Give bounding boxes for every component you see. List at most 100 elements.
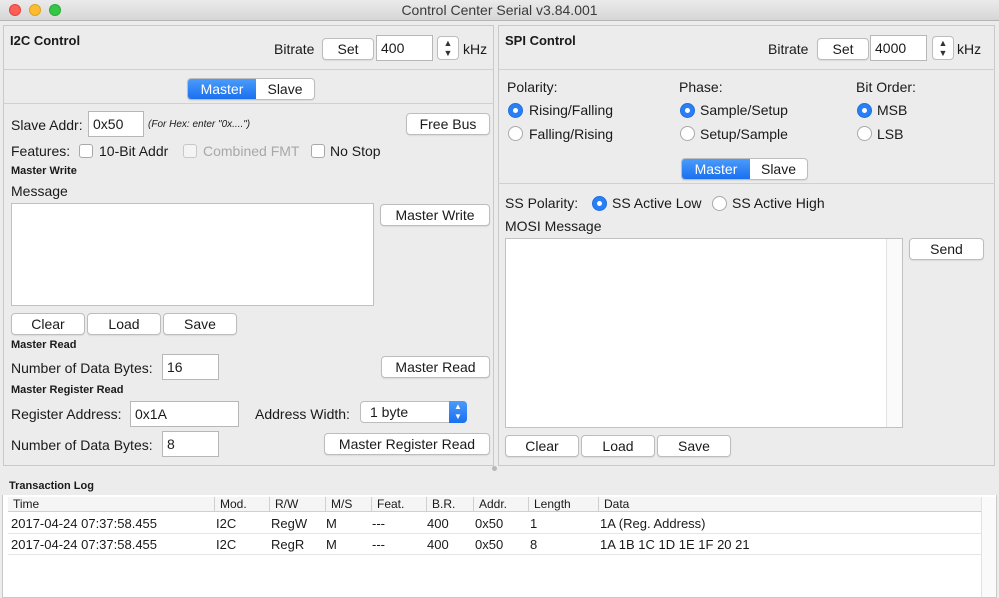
- features-label: Features:: [11, 143, 71, 159]
- combined-fmt-checkbox[interactable]: [183, 144, 197, 158]
- spi-load-button[interactable]: Load: [581, 435, 655, 457]
- address-width-value: 1 byte: [370, 404, 409, 420]
- polarity-falling-rising-radio[interactable]: [508, 126, 523, 141]
- log-cell-data: 1A 1B 1C 1D 1E 1F 20 21: [600, 537, 750, 552]
- mosi-message-label: MOSI Message: [505, 218, 602, 234]
- bit-order-msb-radio[interactable]: [857, 103, 872, 118]
- select-arrows-icon: ▲ ▼: [449, 401, 467, 423]
- reg-num-bytes-label: Number of Data Bytes:: [11, 437, 153, 453]
- spi-bitrate-label: Bitrate: [768, 41, 809, 57]
- log-cell-rw: RegR: [271, 537, 305, 552]
- bit-order-label: Bit Order:: [856, 79, 916, 95]
- num-bytes-input[interactable]: 16: [162, 354, 219, 380]
- log-col-feat[interactable]: Feat.: [372, 497, 427, 512]
- table-row[interactable]: 2017-04-24 07:37:58.455 I2C RegW M --- 4…: [8, 514, 981, 534]
- spi-bitrate-stepper[interactable]: ▲ ▼: [932, 36, 954, 60]
- phase-label: Phase:: [679, 79, 723, 95]
- phase-setup-sample-radio[interactable]: [680, 126, 695, 141]
- i2c-bitrate-set-button[interactable]: Set: [322, 38, 374, 60]
- master-write-button[interactable]: Master Write: [380, 204, 490, 226]
- log-col-br[interactable]: B.R.: [427, 497, 474, 512]
- spi-tab-slave[interactable]: Slave: [750, 159, 807, 179]
- spi-unit-label: kHz: [957, 41, 982, 57]
- i2c-bitrate-input[interactable]: 400: [376, 35, 433, 61]
- log-col-data[interactable]: Data: [599, 497, 981, 512]
- spi-tab-master[interactable]: Master: [682, 159, 750, 179]
- spi-send-button[interactable]: Send: [909, 238, 984, 260]
- master-register-read-header: Master Register Read: [11, 384, 124, 396]
- spi-mode-switch: Master Slave: [681, 158, 808, 180]
- no-stop-label: No Stop: [330, 143, 381, 159]
- i2c-clear-button[interactable]: Clear: [11, 313, 85, 335]
- table-row[interactable]: 2017-04-24 07:37:58.455 I2C RegR M --- 4…: [8, 535, 981, 555]
- divider: [498, 69, 995, 70]
- i2c-unit-label: kHz: [463, 41, 488, 57]
- address-width-label: Address Width:: [255, 406, 350, 422]
- log-col-time[interactable]: Time: [8, 497, 215, 512]
- ss-polarity-label: SS Polarity:: [505, 195, 579, 211]
- divider: [498, 183, 995, 184]
- ss-active-high-label: SS Active High: [732, 195, 825, 211]
- log-cell-rw: RegW: [271, 516, 308, 531]
- log-header-bar: [2, 475, 997, 495]
- i2c-bitrate-stepper[interactable]: ▲ ▼: [437, 36, 459, 60]
- polarity-rising-falling-label: Rising/Falling: [529, 102, 614, 118]
- divider: [3, 103, 494, 104]
- i2c-tab-slave[interactable]: Slave: [256, 79, 314, 99]
- spi-save-button[interactable]: Save: [657, 435, 731, 457]
- polarity-rising-falling-radio[interactable]: [508, 103, 523, 118]
- ten-bit-addr-checkbox[interactable]: [79, 144, 93, 158]
- no-stop-checkbox[interactable]: [311, 144, 325, 158]
- ss-active-low-label: SS Active Low: [612, 195, 702, 211]
- i2c-mode-switch: Master Slave: [187, 78, 315, 100]
- spi-header: SPI Control: [505, 33, 576, 48]
- log-cell-time: 2017-04-24 07:37:58.455: [11, 516, 158, 531]
- reg-num-bytes-input[interactable]: 8: [162, 431, 219, 457]
- polarity-label: Polarity:: [507, 79, 558, 95]
- slave-addr-input[interactable]: 0x50: [88, 111, 144, 137]
- log-cell-addr: 0x50: [475, 537, 504, 552]
- log-col-length[interactable]: Length: [529, 497, 599, 512]
- log-col-addr[interactable]: Addr.: [474, 497, 529, 512]
- log-col-ms[interactable]: M/S: [326, 497, 372, 512]
- ss-active-high-radio[interactable]: [712, 196, 727, 211]
- split-handle[interactable]: [492, 466, 497, 471]
- bit-order-msb-label: MSB: [877, 102, 908, 118]
- log-cell-br: 400: [427, 516, 449, 531]
- phase-sample-setup-radio[interactable]: [680, 103, 695, 118]
- log-col-rw[interactable]: R/W: [270, 497, 326, 512]
- log-col-mod[interactable]: Mod.: [215, 497, 270, 512]
- log-scrollbar[interactable]: [981, 497, 996, 597]
- register-address-input[interactable]: 0x1A: [130, 401, 239, 427]
- spi-bitrate-set-button[interactable]: Set: [817, 38, 869, 60]
- spi-clear-button[interactable]: Clear: [505, 435, 579, 457]
- num-bytes-label: Number of Data Bytes:: [11, 360, 153, 376]
- i2c-save-button[interactable]: Save: [163, 313, 237, 335]
- combined-fmt-label: Combined FMT: [203, 143, 300, 159]
- spi-bitrate-input[interactable]: 4000: [870, 35, 927, 61]
- log-cell-feat: ---: [372, 537, 385, 552]
- ten-bit-addr-label: 10-Bit Addr: [99, 143, 169, 159]
- mosi-message-textarea[interactable]: [505, 238, 903, 428]
- i2c-bitrate-label: Bitrate: [274, 41, 315, 57]
- i2c-tab-master[interactable]: Master: [188, 79, 256, 99]
- free-bus-button[interactable]: Free Bus: [406, 113, 490, 135]
- log-cell-time: 2017-04-24 07:37:58.455: [11, 537, 158, 552]
- log-table-header: Time Mod. R/W M/S Feat. B.R. Addr. Lengt…: [8, 497, 981, 512]
- slave-addr-label: Slave Addr:: [11, 117, 83, 133]
- bit-order-lsb-radio[interactable]: [857, 126, 872, 141]
- phase-sample-setup-label: Sample/Setup: [700, 102, 788, 118]
- transaction-log-header: Transaction Log: [9, 480, 94, 492]
- master-register-read-button[interactable]: Master Register Read: [324, 433, 490, 455]
- bit-order-lsb-label: LSB: [877, 126, 904, 142]
- phase-setup-sample-label: Setup/Sample: [700, 126, 788, 142]
- ss-active-low-radio[interactable]: [592, 196, 607, 211]
- mosi-scrollbar[interactable]: [886, 239, 902, 427]
- master-read-button[interactable]: Master Read: [381, 356, 490, 378]
- master-write-header: Master Write: [11, 165, 77, 177]
- i2c-message-textarea[interactable]: [11, 203, 374, 306]
- master-read-header: Master Read: [11, 339, 77, 351]
- log-cell-feat: ---: [372, 516, 385, 531]
- address-width-select[interactable]: 1 byte ▲ ▼: [360, 401, 467, 423]
- i2c-load-button[interactable]: Load: [87, 313, 161, 335]
